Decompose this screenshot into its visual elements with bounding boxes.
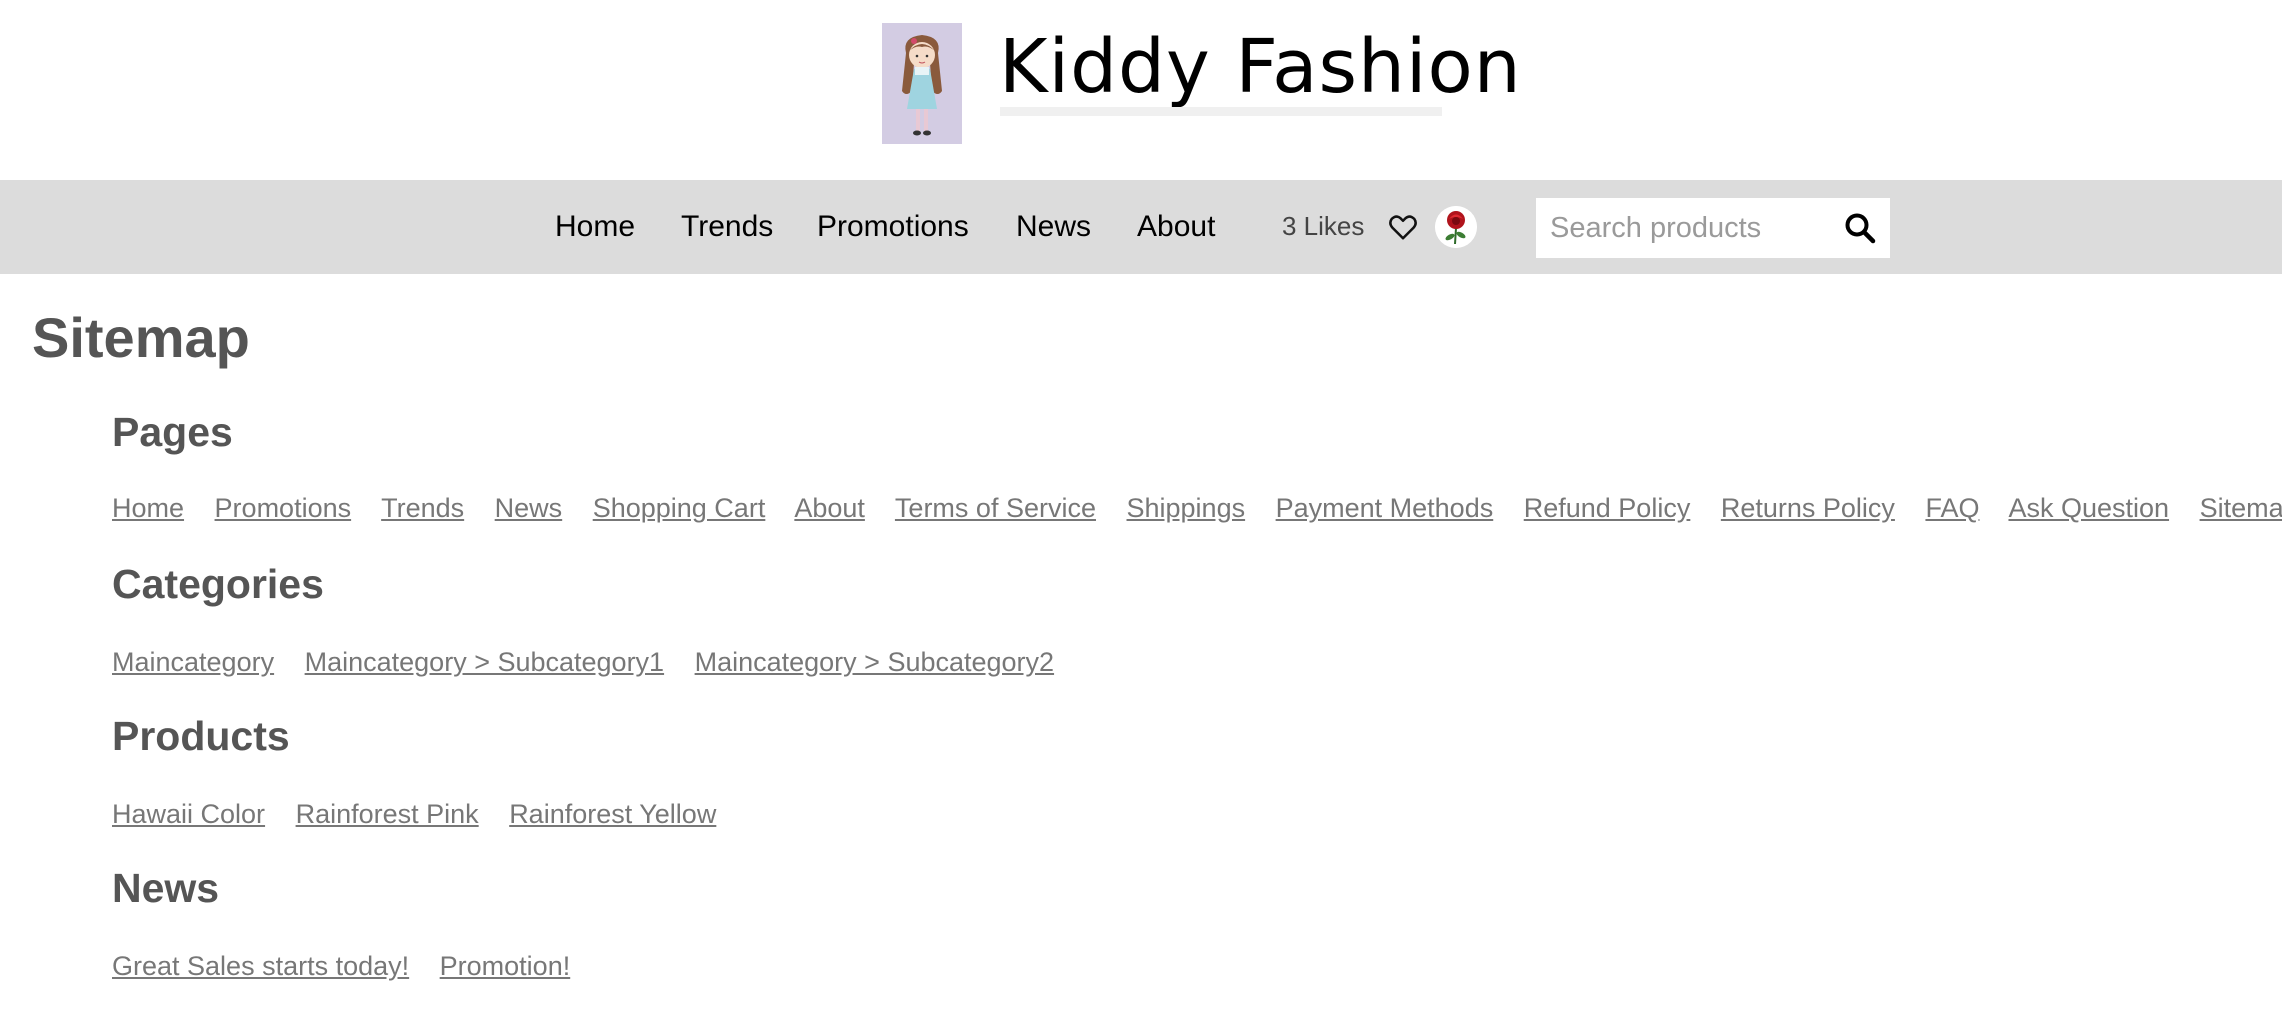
likes-count: 3 Likes — [1282, 211, 1365, 241]
link-sitemap[interactable]: Sitemap — [2200, 493, 2282, 523]
nav-item-about[interactable]: About — [1137, 180, 1215, 274]
products-links: Hawaii Color Rainforest Pink Rainforest … — [112, 794, 739, 834]
nav-item-home[interactable]: Home — [555, 180, 635, 274]
categories-links: Maincategory Maincategory > Subcategory1… — [112, 642, 1077, 682]
link-news[interactable]: News — [495, 493, 563, 523]
news-links: Great Sales starts today! Promotion! — [112, 946, 593, 986]
link-refund-policy[interactable]: Refund Policy — [1524, 493, 1691, 523]
nav-item-news[interactable]: News — [1016, 180, 1091, 274]
link-faq[interactable]: FAQ — [1925, 493, 1979, 523]
nav-item-trends[interactable]: Trends — [681, 180, 773, 274]
section-title-products: Products — [112, 713, 290, 759]
nav-item-promotions[interactable]: Promotions — [817, 180, 969, 274]
link-terms-of-service[interactable]: Terms of Service — [895, 493, 1096, 523]
search-box — [1536, 198, 1890, 258]
main-navbar: Home Trends Promotions News About 3 Like… — [0, 180, 2282, 274]
search-icon[interactable] — [1844, 212, 1876, 244]
pages-links: Home Promotions Trends News Shopping Car… — [112, 488, 2282, 528]
link-returns-policy[interactable]: Returns Policy — [1721, 493, 1895, 523]
link-trends[interactable]: Trends — [381, 493, 464, 523]
link-maincategory[interactable]: Maincategory — [112, 647, 274, 677]
logo[interactable] — [882, 23, 962, 144]
link-home[interactable]: Home — [112, 493, 184, 523]
section-title-categories: Categories — [112, 561, 324, 607]
heart-icon[interactable] — [1388, 213, 1418, 241]
link-payment-methods[interactable]: Payment Methods — [1276, 493, 1494, 523]
link-great-sales[interactable]: Great Sales starts today! — [112, 951, 409, 981]
link-rainforest-yellow[interactable]: Rainforest Yellow — [509, 799, 716, 829]
rose-avatar[interactable] — [1435, 206, 1477, 248]
link-promotions[interactable]: Promotions — [215, 493, 352, 523]
link-about[interactable]: About — [794, 493, 865, 523]
link-shopping-cart[interactable]: Shopping Cart — [593, 493, 766, 523]
page-title: Sitemap — [32, 306, 250, 369]
link-ask-question[interactable]: Ask Question — [2008, 493, 2169, 523]
girl-doll-illustration-icon — [882, 23, 962, 144]
section-title-news: News — [112, 865, 220, 911]
link-promotion-news[interactable]: Promotion! — [440, 951, 571, 981]
site-header: Kiddy Fashion — [0, 0, 2282, 180]
link-rainforest-pink[interactable]: Rainforest Pink — [296, 799, 479, 829]
section-title-pages: Pages — [112, 409, 233, 455]
site-title[interactable]: Kiddy Fashion — [999, 22, 1522, 112]
title-underline — [1000, 107, 1442, 116]
search-input[interactable] — [1536, 198, 1826, 258]
rose-icon — [1435, 206, 1477, 248]
link-subcategory1[interactable]: Maincategory > Subcategory1 — [305, 647, 664, 677]
link-hawaii-color[interactable]: Hawaii Color — [112, 799, 265, 829]
link-subcategory2[interactable]: Maincategory > Subcategory2 — [695, 647, 1054, 677]
link-shippings[interactable]: Shippings — [1127, 493, 1246, 523]
